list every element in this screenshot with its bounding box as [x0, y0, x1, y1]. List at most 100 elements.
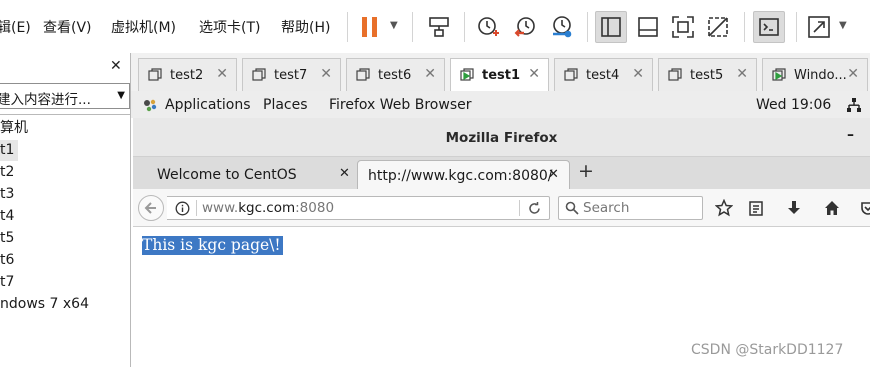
- clipboard-icon: [749, 201, 763, 216]
- firefox-tab-welcome[interactable]: Welcome to CentOS ✕: [133, 160, 357, 189]
- url-suffix: :8080: [295, 200, 335, 216]
- menu-help[interactable]: 帮助(H): [281, 17, 330, 37]
- stretch-guest-icon: [808, 16, 830, 38]
- url-divider: [196, 200, 197, 216]
- snapshot-take-icon: [478, 17, 499, 36]
- url-prefix: www.: [202, 200, 239, 216]
- vm-tab-strip: test2 ✕ test7 ✕ test6 ✕ test1 ✕ test4 ✕ …: [131, 53, 870, 91]
- vm-icon: [356, 68, 370, 81]
- toolbar-separator: [744, 12, 745, 42]
- applications-menu[interactable]: Applications: [165, 97, 251, 113]
- library-item-test5[interactable]: t5: [0, 228, 18, 249]
- library-panel: ✕ 建入内容进行... ▼ 算机 t1 t2 t3 t4 t5 t6 t7 nd…: [0, 53, 131, 367]
- url-text[interactable]: www.kgc.com:8080: [202, 200, 334, 216]
- search-input[interactable]: Search: [558, 196, 703, 220]
- bookmark-star-button[interactable]: [714, 198, 734, 218]
- close-icon[interactable]: ✕: [339, 166, 350, 181]
- window-title: Mozilla Firefox: [445, 130, 558, 146]
- console-view-button[interactable]: [753, 11, 785, 43]
- vm-tab-windows[interactable]: Windo... ✕: [762, 58, 868, 91]
- firefox-tab-bar: Welcome to CentOS ✕ http://www.kgc.com:8…: [133, 157, 870, 189]
- show-thumbnail-bar-button[interactable]: [632, 11, 664, 43]
- clock[interactable]: Wed 19:06: [756, 97, 831, 113]
- show-library-button[interactable]: [595, 11, 627, 43]
- library-item-test7[interactable]: t7: [0, 272, 18, 293]
- close-icon[interactable]: ✕: [320, 66, 332, 82]
- minimize-button[interactable]: –: [847, 127, 854, 143]
- revert-snapshot-button[interactable]: [510, 11, 542, 43]
- menu-view[interactable]: 查看(V): [43, 17, 92, 37]
- page-body-text: This is kgc page\!: [142, 236, 283, 255]
- vm-tab-test5[interactable]: test5 ✕: [658, 58, 757, 91]
- vm-tab-label: test5: [690, 68, 724, 83]
- close-icon[interactable]: ✕: [548, 167, 559, 182]
- pocket-button[interactable]: [858, 198, 870, 218]
- library-search-input[interactable]: 建入内容进行... ▼: [0, 83, 130, 109]
- library-item-test3[interactable]: t3: [0, 184, 18, 205]
- close-icon[interactable]: ✕: [528, 66, 540, 82]
- vm-tab-label: test1: [482, 68, 521, 83]
- close-icon[interactable]: ✕: [632, 66, 644, 82]
- download-icon: [788, 201, 800, 214]
- places-menu[interactable]: Places: [263, 97, 308, 113]
- firefox-tab-kgc[interactable]: http://www.kgc.com:8080/ ✕: [357, 160, 570, 189]
- url-bar[interactable]: www.kgc.com:8080: [167, 196, 550, 220]
- take-snapshot-button[interactable]: [472, 11, 504, 43]
- vmware-menubar: 辑(E) 查看(V) 虚拟机(M) 选项卡(T) 帮助(H) ▼ ▼: [0, 0, 870, 53]
- stretch-guest-button[interactable]: [803, 11, 835, 43]
- library-item-test6[interactable]: t6: [0, 250, 18, 271]
- toolbar-separator: [347, 12, 348, 42]
- reload-icon[interactable]: [527, 201, 542, 216]
- menu-tabs[interactable]: 选项卡(T): [199, 17, 260, 37]
- url-host: kgc.com: [238, 200, 296, 216]
- send-ctrl-alt-del-button[interactable]: [423, 11, 455, 43]
- library-item-test4[interactable]: t4: [0, 206, 18, 227]
- vm-tab-test1[interactable]: test1 ✕: [450, 58, 549, 91]
- library-item-test1[interactable]: t1: [0, 140, 19, 161]
- vm-running-icon: [460, 68, 474, 81]
- library-close-icon[interactable]: ✕: [110, 58, 122, 74]
- unity-button[interactable]: [702, 11, 734, 43]
- info-icon[interactable]: [175, 201, 190, 216]
- vm-tab-test2[interactable]: test2 ✕: [138, 58, 237, 91]
- library-item-test2[interactable]: t2: [0, 162, 18, 183]
- full-screen-button[interactable]: [667, 11, 699, 43]
- menu-edit[interactable]: 辑(E): [0, 17, 31, 37]
- library-item-windows7[interactable]: ndows 7 x64: [0, 294, 93, 315]
- close-icon[interactable]: ✕: [424, 66, 436, 82]
- unity-icon: [708, 17, 728, 37]
- stretch-dropdown-icon[interactable]: ▼: [839, 20, 847, 31]
- close-icon[interactable]: ✕: [736, 66, 748, 82]
- vm-tab-label: test6: [378, 68, 412, 83]
- active-app-menu[interactable]: Firefox Web Browser: [329, 97, 472, 113]
- toolbar-separator: [796, 12, 797, 42]
- downloads-button[interactable]: [784, 198, 804, 218]
- gnome-top-bar: Applications Places Firefox Web Browser …: [131, 91, 870, 118]
- close-icon[interactable]: ✕: [216, 66, 228, 82]
- network-icon[interactable]: [846, 97, 862, 113]
- pause-dropdown-icon[interactable]: ▼: [390, 20, 398, 31]
- pause-button[interactable]: [354, 11, 386, 43]
- menu-vm[interactable]: 虚拟机(M): [111, 17, 176, 37]
- back-button[interactable]: [138, 195, 164, 221]
- close-icon[interactable]: ✕: [847, 66, 859, 82]
- firefox-titlebar: Mozilla Firefox –: [133, 118, 870, 157]
- vm-tab-test6[interactable]: test6 ✕: [346, 58, 445, 91]
- new-tab-button[interactable]: +: [578, 160, 594, 182]
- vm-tab-test7[interactable]: test7 ✕: [242, 58, 341, 91]
- pocket-icon: [861, 202, 870, 215]
- library-search-placeholder: 建入内容进行...: [0, 92, 91, 108]
- vm-tab-test4[interactable]: test4 ✕: [554, 58, 653, 91]
- home-button[interactable]: [822, 198, 842, 218]
- library-item-computer[interactable]: 算机: [0, 118, 32, 139]
- full-screen-icon: [672, 16, 694, 38]
- reading-list-button[interactable]: [746, 198, 766, 218]
- search-icon: [565, 201, 579, 215]
- vm-icon: [148, 68, 162, 81]
- show-library-icon: [601, 17, 621, 37]
- vm-tab-label: Windo...: [794, 68, 847, 83]
- toolbar-separator: [587, 12, 588, 42]
- snapshot-revert-icon: [514, 17, 535, 37]
- chevron-down-icon[interactable]: ▼: [117, 90, 125, 101]
- snapshot-manager-button[interactable]: [546, 11, 578, 43]
